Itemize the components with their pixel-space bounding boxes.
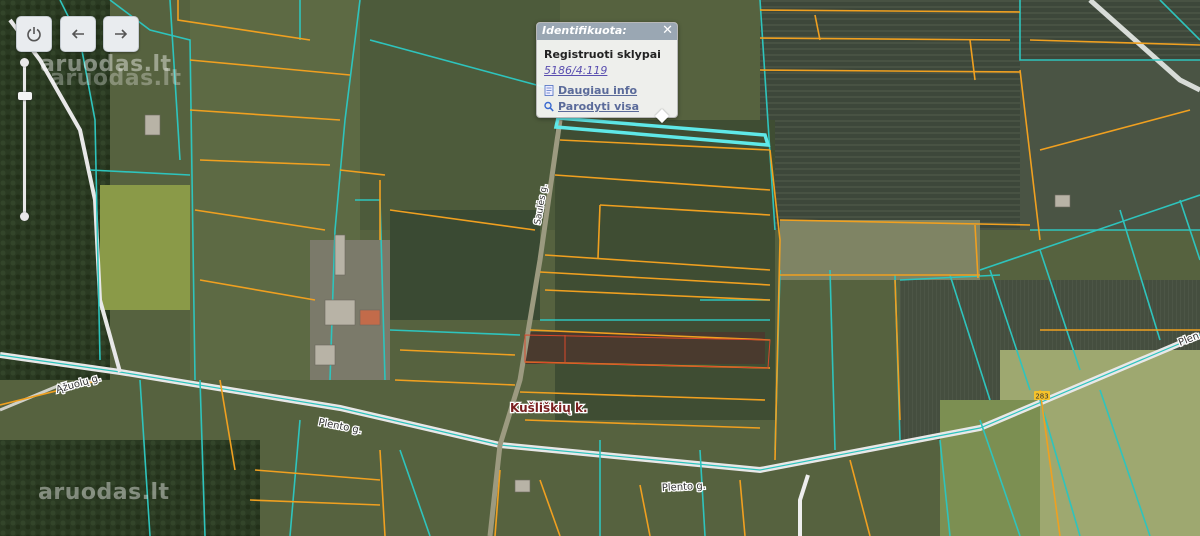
power-button[interactable] [16,16,52,52]
back-button[interactable] [60,16,96,52]
field-yellow [100,185,190,310]
watermark-top-echo: aruodas.lt [50,66,182,91]
field-light [780,220,980,280]
hatched-parcel [525,332,765,364]
arrow-right-icon [115,29,128,39]
field-b [360,0,560,230]
popup-title: Identifikuota: [542,24,627,37]
zoom-handle[interactable] [18,92,32,100]
document-icon [544,85,554,96]
show-all-label: Parodyti visa [558,100,639,113]
road-shield-label: 283 [1035,393,1048,401]
dark-patch [390,210,540,320]
popup-layer-name: Registruoti sklypai [544,48,661,61]
village-label: Kušliškių k. [510,401,588,415]
more-info-label: Daugiau info [558,84,638,97]
popup-header: Identifikuota: ✕ [537,23,677,40]
magnifier-icon [544,101,554,112]
zoom-slider[interactable] [18,58,32,221]
parcel-number-link[interactable]: 5186/4:119 [544,64,607,77]
zoom-track-top [20,58,29,67]
watermark-bottom: aruodas.lt [38,480,170,505]
field-green [940,400,1040,536]
road-label-plento-2: Plento g. [662,481,707,494]
close-icon[interactable]: ✕ [662,23,673,38]
identify-popup: Identifikuota: ✕ Registruoti sklypai 518… [536,22,678,124]
power-icon [27,27,41,42]
field-center [555,120,775,420]
show-all-link[interactable]: Parodyti visa [544,100,639,113]
zoom-track[interactable] [23,60,26,218]
zoom-track-bottom [20,212,29,221]
more-info-link[interactable]: Daugiau info [544,84,637,97]
forward-button[interactable] [103,16,139,52]
arrow-left-icon [71,29,84,39]
